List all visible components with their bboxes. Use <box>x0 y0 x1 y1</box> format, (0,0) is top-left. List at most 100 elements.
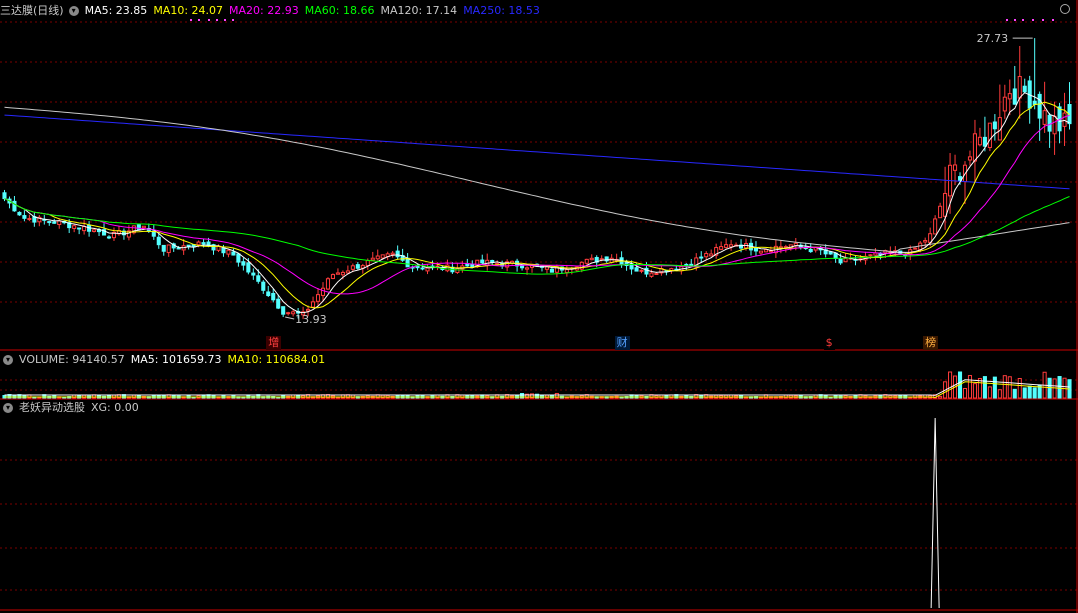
candle-body <box>286 312 291 315</box>
candle-body <box>943 192 948 217</box>
candle-body <box>639 269 644 272</box>
stock-chart-window[interactable]: 27.73 13.93 三达膜(日线) ▾ MA5: 23.85 MA10: 24.07… <box>0 0 1078 613</box>
candle-body <box>1047 114 1052 132</box>
candle-body <box>992 121 997 130</box>
candle-body <box>833 252 838 259</box>
candle-body <box>266 291 271 297</box>
event-mark[interactable]: 增 <box>266 336 282 350</box>
candle-body <box>226 249 231 255</box>
candle-body <box>838 258 843 264</box>
candle-body <box>375 255 380 260</box>
candle-body <box>52 221 57 224</box>
candle-body <box>873 252 878 256</box>
candle-body <box>22 215 27 219</box>
settings-dot-icon[interactable] <box>1060 4 1070 14</box>
signal-dot <box>216 19 218 21</box>
candle-body <box>340 271 345 276</box>
candle-body <box>390 252 395 255</box>
candle-body <box>405 257 410 268</box>
volume-bar <box>1027 385 1032 399</box>
volume-bar <box>1002 375 1007 399</box>
candle-body <box>176 247 181 250</box>
candle-body <box>699 256 704 259</box>
volume-ma5-legend: MA5: 101659.73 <box>130 353 222 366</box>
candle-body <box>47 221 52 224</box>
candle-body <box>525 267 530 270</box>
ma250-line <box>4 114 1070 190</box>
event-mark[interactable]: 财 <box>614 336 630 350</box>
candle-body <box>520 265 525 269</box>
candle-body <box>350 265 355 270</box>
indicator-pane-menu-icon[interactable]: ▾ <box>3 403 13 413</box>
candle-body <box>649 272 654 277</box>
candle-body <box>420 267 425 270</box>
volume-bar <box>1012 388 1017 399</box>
candle-body <box>1002 96 1007 112</box>
candle-body <box>166 244 171 254</box>
signal-dot <box>232 19 234 21</box>
signal-dot <box>1032 19 1034 21</box>
candle-body <box>480 259 485 264</box>
candle-body <box>380 254 385 259</box>
signal-dot <box>1006 19 1008 21</box>
ma120-line <box>4 106 1070 253</box>
candle-body <box>709 253 714 257</box>
signal-dot <box>1014 19 1016 21</box>
volume-bar <box>987 386 992 399</box>
candle-body <box>1042 110 1047 125</box>
candle-body <box>241 261 246 266</box>
volume-bar <box>1022 387 1027 399</box>
candle-body <box>729 244 734 248</box>
signal-dot <box>1022 19 1024 21</box>
candle-body <box>953 164 958 171</box>
candle-body <box>758 250 763 254</box>
candle-body <box>365 260 370 266</box>
candle-body <box>106 236 112 239</box>
candle-body <box>724 244 729 248</box>
signal-dot <box>208 19 210 21</box>
high-price-label: 27.73 <box>977 32 1009 45</box>
candle-body <box>325 278 331 290</box>
candle-body <box>1012 88 1017 105</box>
volume-bar <box>977 378 982 399</box>
candle-body <box>311 301 316 308</box>
candle-body <box>654 273 659 276</box>
volume-bar <box>997 389 1002 399</box>
candle-body <box>281 306 286 315</box>
candle-body <box>763 249 768 253</box>
volume-value: VOLUME: 94140.57 <box>19 353 125 366</box>
low-price-label: 13.93 <box>295 313 327 326</box>
ma120-legend: MA120: 17.14 <box>380 4 458 17</box>
volume-bar <box>1057 376 1062 399</box>
candle-body <box>221 247 226 254</box>
signal-dot <box>198 19 200 21</box>
volume-pane-menu-icon[interactable]: ▾ <box>3 355 13 365</box>
candle-body <box>923 240 928 243</box>
candle-body <box>315 294 321 302</box>
signal-dot <box>190 19 192 21</box>
candle-body <box>719 246 724 250</box>
main-pane-menu-icon[interactable]: ▾ <box>68 6 79 16</box>
candle-body <box>1037 93 1042 119</box>
xg-value: XG: 0.00 <box>91 401 139 414</box>
low-price-arrow <box>285 316 295 320</box>
chart-canvas[interactable]: 27.73 13.93 <box>0 0 1078 613</box>
volume-bar <box>967 375 973 399</box>
candle-body <box>913 247 918 250</box>
candle-body <box>156 236 161 246</box>
candle-body <box>1007 93 1012 100</box>
candle-body <box>201 242 206 245</box>
volume-ma10-legend: MA10: 110684.01 <box>227 353 326 366</box>
candle-body <box>1022 85 1027 93</box>
event-mark[interactable]: $ <box>823 336 835 350</box>
candle-body <box>271 292 276 301</box>
signal-dot <box>1052 19 1054 21</box>
event-mark[interactable]: 榜 <box>923 336 939 350</box>
candle-body <box>17 211 22 216</box>
candle-body <box>12 200 17 212</box>
candle-body <box>564 269 569 273</box>
candle-body <box>1017 76 1022 99</box>
candle-body <box>335 272 340 275</box>
candle-body <box>57 220 62 225</box>
candle-body <box>395 250 400 258</box>
